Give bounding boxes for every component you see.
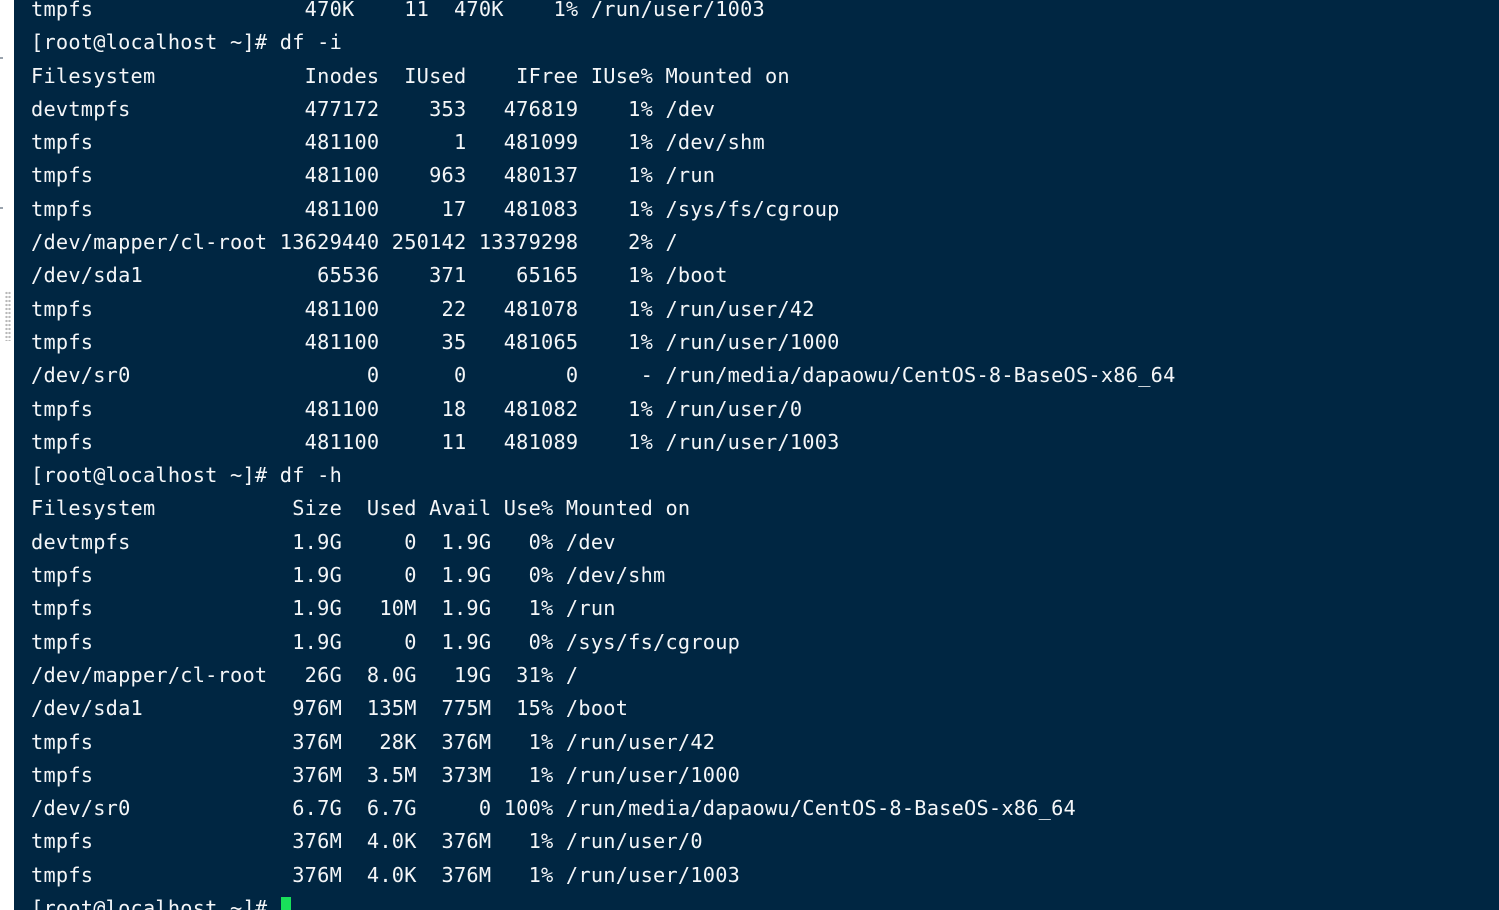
table-row: devtmpfs 1.9G 0 1.9G 0% /dev [31, 529, 616, 554]
table-row: /dev/sda1 976M 135M 775M 15% /boot [31, 696, 629, 721]
edge-marker [0, 207, 3, 209]
table-row: tmpfs 376M 28K 376M 1% /run/user/42 [31, 729, 716, 754]
shell-prompt: [root@localhost ~]# [31, 896, 280, 910]
scrollback-buffer: tmpfs 470K 11 470K 1% /run/user/1003 [ro… [31, 0, 1499, 910]
table-header: Filesystem Inodes IUsed IFree IUse% Moun… [31, 63, 790, 88]
table-row: tmpfs 376M 3.5M 373M 1% /run/user/1000 [31, 762, 741, 787]
table-row: /dev/sr0 0 0 0 - /run/media/dapaowu/Cent… [31, 363, 1176, 388]
table-row: tmpfs 481100 22 481078 1% /run/user/42 [31, 296, 815, 321]
command-line: [root@localhost ~]# df -h [31, 463, 343, 488]
table-row: devtmpfs 477172 353 476819 1% /dev [31, 96, 716, 121]
table-row: tmpfs 1.9G 0 1.9G 0% /dev/shm [31, 563, 666, 588]
table-row: tmpfs 481100 963 480137 1% /run [31, 163, 716, 188]
prompt-line[interactable]: [root@localhost ~]# [31, 892, 1499, 910]
table-row: /dev/mapper/cl-root 26G 8.0G 19G 31% / [31, 662, 579, 687]
table-row: tmpfs 481100 11 481089 1% /run/user/1003 [31, 429, 840, 454]
edge-marker [0, 57, 3, 59]
left-panel-edge [0, 0, 14, 910]
table-row: /dev/mapper/cl-root 13629440 250142 1337… [31, 230, 678, 255]
table-row: tmpfs 376M 4.0K 376M 1% /run/user/1003 [31, 862, 741, 887]
text-cursor [280, 897, 291, 910]
table-row: /dev/sr0 6.7G 6.7G 0 100% /run/media/dap… [31, 796, 1076, 821]
table-row: tmpfs 481100 35 481065 1% /run/user/1000 [31, 329, 840, 354]
table-row: tmpfs 376M 4.0K 376M 1% /run/user/0 [31, 829, 703, 854]
table-row: /dev/sda1 65536 371 65165 1% /boot [31, 263, 728, 288]
terminal-line: tmpfs 470K 11 470K 1% /run/user/1003 [31, 0, 765, 21]
table-row: tmpfs 481100 1 481099 1% /dev/shm [31, 130, 765, 155]
terminal-output[interactable]: tmpfs 470K 11 470K 1% /run/user/1003 [ro… [14, 0, 1499, 910]
table-row: tmpfs 481100 18 481082 1% /run/user/0 [31, 396, 803, 421]
command-line: [root@localhost ~]# df -i [31, 30, 343, 55]
table-header: Filesystem Size Used Avail Use% Mounted … [31, 496, 691, 521]
resize-grip-icon[interactable] [5, 291, 11, 341]
table-row: tmpfs 481100 17 481083 1% /sys/fs/cgroup [31, 196, 840, 221]
terminal-window: tmpfs 470K 11 470K 1% /run/user/1003 [ro… [0, 0, 1499, 910]
table-row: tmpfs 1.9G 0 1.9G 0% /sys/fs/cgroup [31, 629, 741, 654]
table-row: tmpfs 1.9G 10M 1.9G 1% /run [31, 596, 616, 621]
